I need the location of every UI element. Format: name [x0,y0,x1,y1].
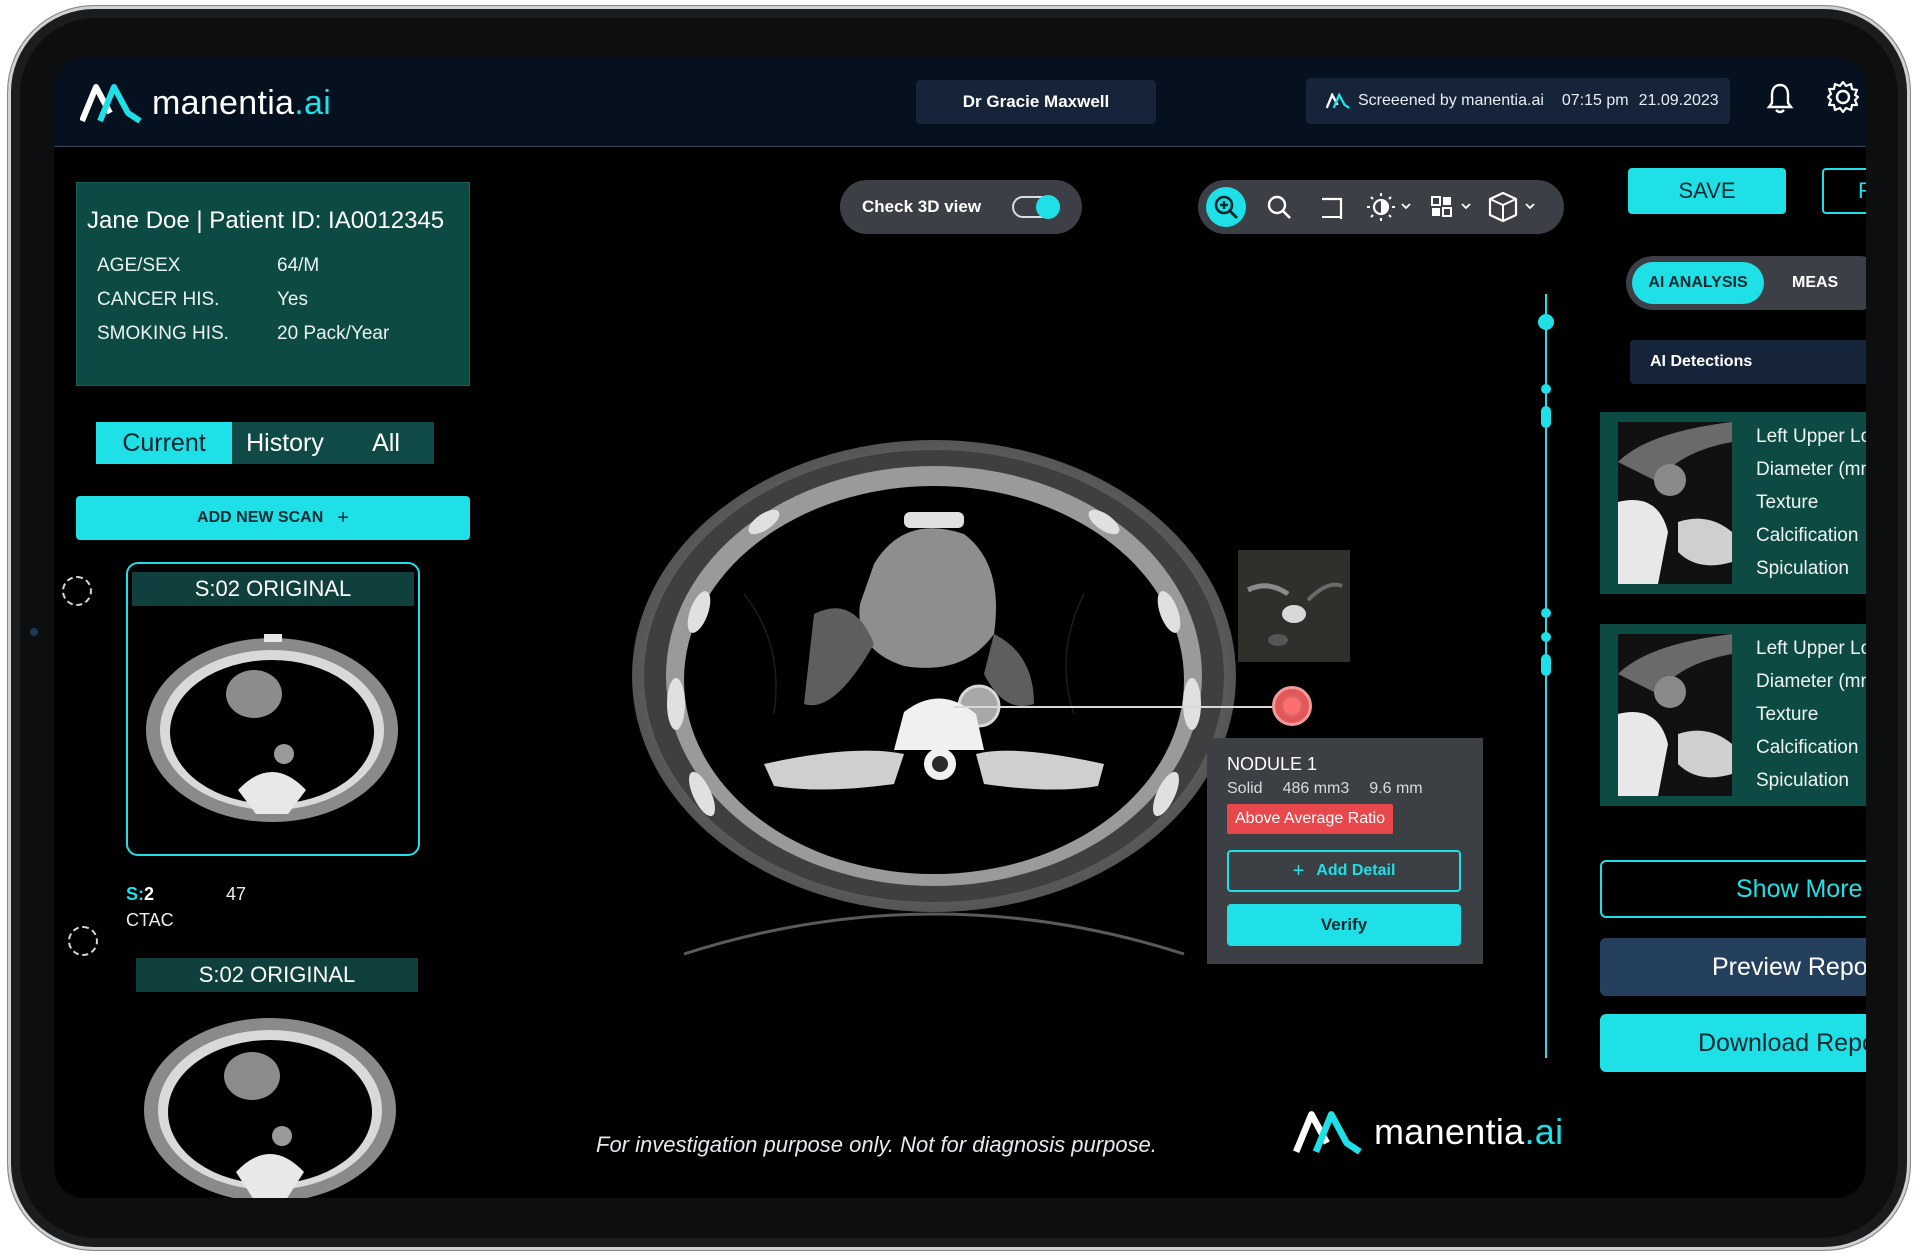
header-bar: manentia.ai Dr Gracie Maxwell Screeened … [54,58,1866,147]
nodule-title: NODULE 1 [1227,754,1318,774]
add-detail-button[interactable]: + Add Detail [1227,850,1461,892]
check-3d-view-control: Check 3D view [840,180,1082,234]
nodule-popup: NODULE 1 Solid 486 mm3 9.6 mm Above Aver… [1207,738,1483,964]
plus-icon: + [337,506,349,529]
add-scan-label: ADD NEW SCAN [197,509,324,526]
logo-mark-icon [80,84,142,123]
tab-all[interactable]: All [338,422,434,464]
save-button[interactable]: SAVE [1628,168,1786,214]
plus-icon: + [1292,859,1305,882]
nodule-zoom-inset [1238,550,1350,662]
patient-card: Jane Doe | Patient ID: IA0012345 AGE/SEX… [76,182,470,386]
tab-history[interactable]: History [232,422,338,464]
nodule-metrics: Solid 486 mm3 9.6 mm [1227,780,1423,798]
scan-select-radio[interactable] [62,576,92,606]
cube-icon[interactable] [1484,190,1550,224]
slice-marker[interactable] [1541,384,1551,394]
nodule-risk-badge: Above Average Ratio [1227,804,1394,834]
slice-marker[interactable] [1541,608,1551,618]
series-number: S:2 [126,884,155,904]
screened-by-text: Screeened by manentia.ai [1358,92,1544,109]
show-more-button[interactable]: Show More [1600,860,1866,918]
check-3d-label: Check 3D view [862,197,982,216]
doctor-name[interactable]: Dr Gracie Maxwell [916,80,1156,124]
3d-view-toggle[interactable] [1012,195,1060,219]
nodule-size: 9.6 mm [1369,780,1423,797]
scan-title[interactable]: S:02 ORIGINAL [136,958,418,992]
tab-measurements[interactable]: MEAS [1792,274,1838,292]
add-new-scan-button[interactable]: ADD NEW SCAN + [76,496,470,540]
slice-count: 47 [226,884,247,904]
footer-brand-name: manentia.ai [1374,1111,1564,1152]
nodule-marker-pin[interactable] [1272,686,1312,726]
app-screen: manentia.ai Dr Gracie Maxwell Screeened … [54,58,1866,1198]
detection-card[interactable]: Left Upper Lo Diameter (mm Texture Calci… [1600,412,1866,594]
bell-icon[interactable] [1766,82,1794,114]
nodule-volume: 486 mm3 [1282,780,1350,797]
tab-current[interactable]: Current [96,422,232,464]
scan-type: CTAC [126,910,174,930]
scan-select-radio[interactable] [68,926,98,956]
detection-thumbnail [1618,634,1732,796]
scan-thumbnail-card[interactable]: S:02 ORIGINAL [126,562,420,856]
screened-date: 21.09.2023 [1638,92,1719,109]
footer-brand-logo: manentia.ai [1292,1110,1563,1154]
ct-thumbnail-image [146,634,398,822]
slice-slider-handle[interactable] [1538,314,1554,330]
gear-icon[interactable] [1826,80,1860,114]
analysis-tabs: AI ANALYSIS MEAS [1626,256,1866,310]
disclaimer-text: For investigation purpose only. Not for … [596,1132,1157,1157]
slice-marker[interactable] [1541,654,1551,676]
search-icon[interactable] [1262,190,1296,224]
patient-field-age: AGE/SEX 64/M [97,255,320,276]
detection-details: Left Upper Lo Diameter (mm Texture Calci… [1756,638,1866,791]
detection-card[interactable]: Left Upper Lo Diameter (mm Texture Calci… [1600,624,1866,806]
patient-title: Jane Doe | Patient ID: IA0012345 [87,207,445,234]
zoom-in-icon[interactable] [1206,187,1246,227]
download-report-button[interactable]: Download Repo [1600,1014,1866,1072]
grid-icon[interactable] [1426,190,1482,224]
slice-marker[interactable] [1541,632,1551,642]
history-tabs: Current History All [96,422,434,464]
secondary-action-button[interactable]: R [1822,168,1866,214]
front-camera [30,628,38,636]
slice-marker[interactable] [1541,406,1551,428]
detection-details: Left Upper Lo Diameter (mm Texture Calci… [1756,426,1866,579]
screened-time: 07:15 pm [1561,92,1629,109]
preview-report-button[interactable]: Preview Repor [1600,938,1866,996]
brand-logo[interactable]: manentia.ai [80,80,331,126]
viewer-toolbar [1198,180,1564,234]
nodule-type: Solid [1227,780,1263,797]
tab-ai-analysis[interactable]: AI ANALYSIS [1632,262,1764,304]
ct-thumbnail-image [144,1018,396,1198]
logo-mark-icon [1293,1111,1362,1154]
nodule-leader-line [954,706,1272,708]
brand-name: manentia.ai [152,83,332,122]
crop-icon[interactable] [1316,190,1350,224]
screened-by-bar: Screeened by manentia.ai 07:15 pm 21.09.… [1306,78,1730,124]
logo-mark-icon [1326,93,1350,109]
ct-scan-viewport[interactable] [604,414,1264,974]
brightness-icon[interactable] [1364,190,1420,224]
patient-field-smoking: SMOKING HIS. 20 Pack/Year [97,323,390,344]
verify-button[interactable]: Verify [1227,904,1461,946]
detection-thumbnail [1618,422,1732,584]
patient-field-cancer: CANCER HIS. Yes [97,289,308,310]
add-detail-label: Add Detail [1316,862,1396,879]
scan-title: S:02 ORIGINAL [132,572,414,606]
ai-detections-header: AI Detections [1630,340,1866,384]
